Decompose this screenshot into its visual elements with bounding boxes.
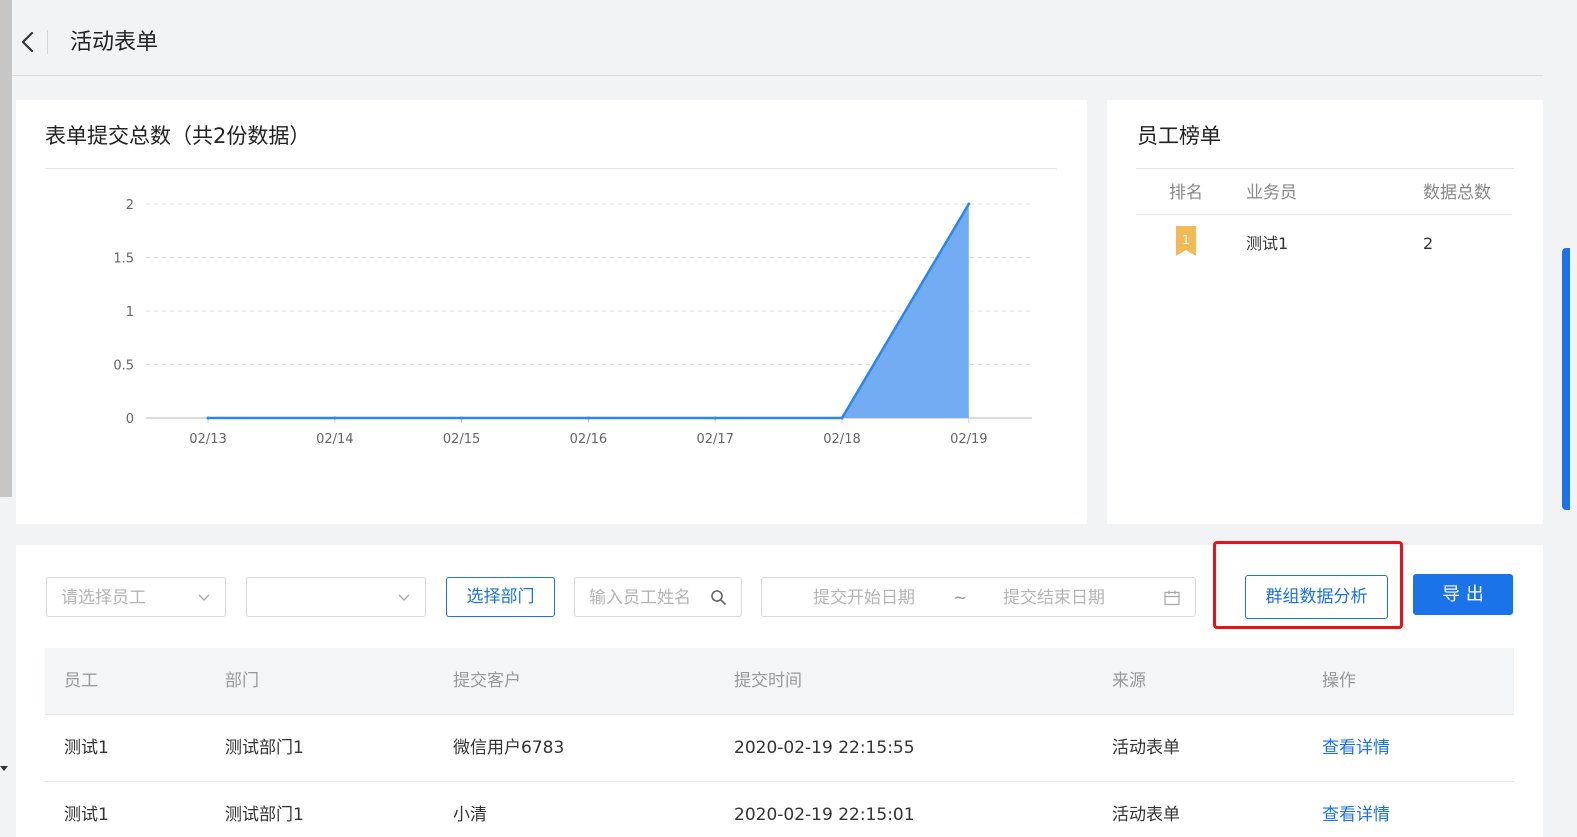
column-header-action: 操作 xyxy=(1322,671,1356,691)
top-bar: 活动表单 xyxy=(12,0,1543,76)
cell-employee: 测试1 xyxy=(64,738,109,758)
data-point xyxy=(967,202,971,206)
data-point xyxy=(460,416,464,420)
data-point xyxy=(713,416,717,420)
x-tick-label: 02/14 xyxy=(316,432,353,447)
start-date-placeholder: 提交开始日期 xyxy=(813,588,915,608)
view-details-link[interactable]: 查看详情 xyxy=(1322,804,1390,826)
right-scrollbar-thumb[interactable] xyxy=(1562,248,1570,510)
cell-time: 2020-02-19 22:15:01 xyxy=(734,805,915,825)
ranking-staff-name: 测试1 xyxy=(1246,234,1289,253)
title-separator xyxy=(47,30,48,54)
data-point xyxy=(206,416,210,420)
y-tick-label: 0.5 xyxy=(113,359,134,374)
ranking-header-rank: 排名 xyxy=(1169,183,1203,203)
data-point xyxy=(333,416,337,420)
data-point xyxy=(586,416,590,420)
chevron-left-icon xyxy=(21,31,34,53)
employee-name-placeholder: 输入员工姓名 xyxy=(589,588,691,608)
column-header-customer: 提交客户 xyxy=(453,671,521,691)
cell-customer: 微信用户6783 xyxy=(453,738,565,758)
ranking-header-staff: 业务员 xyxy=(1246,183,1297,203)
column-header-time: 提交时间 xyxy=(734,671,802,691)
search-icon[interactable] xyxy=(710,589,727,606)
submission-list-card: 请选择员工 选择部门 输入员工姓名 提交开始日期 ~ 提交结束日期 群组数据分析… xyxy=(16,541,1543,837)
chevron-down-icon xyxy=(198,594,210,601)
date-range-separator: ~ xyxy=(953,588,968,608)
cell-source: 活动表单 xyxy=(1112,805,1180,825)
left-scroll-arrow-icon[interactable] xyxy=(0,766,8,771)
ranking-total-value: 2 xyxy=(1423,234,1434,253)
y-tick-label: 2 xyxy=(126,198,134,213)
ranking-header-line xyxy=(1136,214,1512,215)
data-point xyxy=(840,416,844,420)
employee-select-placeholder: 请选择员工 xyxy=(61,588,146,608)
calendar-icon xyxy=(1164,590,1180,606)
rank-medal-number: 1 xyxy=(1182,233,1190,247)
x-tick-label: 02/18 xyxy=(823,432,860,447)
rank-medal-icon: 1 xyxy=(1175,226,1197,256)
employee-select[interactable]: 请选择员工 xyxy=(46,577,226,617)
cell-time: 2020-02-19 22:15:55 xyxy=(734,738,915,758)
column-header-source: 来源 xyxy=(1112,671,1146,691)
submission-area-chart: 0 0.5 1 1.5 2 02/13 02/14 02/15 02/16 02/17 02/18 0… xyxy=(113,198,1032,447)
x-tick-label: 02/15 xyxy=(443,432,480,447)
submit-date-range-picker[interactable]: 提交开始日期 ~ 提交结束日期 xyxy=(761,577,1196,617)
table-header: 员工 部门 提交客户 提交时间 来源 操作 xyxy=(45,648,1514,715)
y-tick-label: 0 xyxy=(126,412,134,427)
column-header-employee: 员工 xyxy=(64,671,98,691)
export-button[interactable]: 导 出 xyxy=(1413,574,1513,615)
x-tick-label: 02/16 xyxy=(570,432,607,447)
employee-name-search-input[interactable]: 输入员工姓名 xyxy=(574,577,742,617)
y-tick-label: 1.5 xyxy=(113,252,134,267)
view-details-link[interactable]: 查看详情 xyxy=(1322,737,1390,759)
select-department-button[interactable]: 选择部门 xyxy=(446,577,555,617)
x-tick-label: 02/19 xyxy=(950,432,987,447)
cell-source: 活动表单 xyxy=(1112,738,1180,758)
cell-customer: 小清 xyxy=(453,805,487,825)
cell-department: 测试部门1 xyxy=(225,805,304,825)
back-button[interactable] xyxy=(18,28,40,56)
staff-ranking-card: 员工榜单 排名 业务员 数据总数 1 测试1 2 xyxy=(1107,100,1543,524)
column-header-department: 部门 xyxy=(225,671,259,691)
y-tick-label: 1 xyxy=(126,305,134,320)
chevron-down-icon xyxy=(398,594,410,601)
table-row: 测试1 测试部门1 小清 2020-02-19 22:15:01 活动表单 查看… xyxy=(45,782,1514,837)
ranking-card-divider xyxy=(1136,168,1514,169)
cell-department: 测试部门1 xyxy=(225,738,304,758)
cell-employee: 测试1 xyxy=(64,805,109,825)
group-data-analysis-button[interactable]: 群组数据分析 xyxy=(1245,575,1388,619)
left-scroll-strip xyxy=(0,0,12,497)
end-date-placeholder: 提交结束日期 xyxy=(1003,588,1105,608)
ranking-card-title: 员工榜单 xyxy=(1137,124,1221,148)
ranking-header-total: 数据总数 xyxy=(1423,183,1491,203)
secondary-select[interactable] xyxy=(246,577,426,617)
page-title: 活动表单 xyxy=(70,30,159,55)
x-tick-label: 02/17 xyxy=(696,432,733,447)
table-row: 测试1 测试部门1 微信用户6783 2020-02-19 22:15:55 活… xyxy=(45,715,1514,782)
submission-chart-card: 表单提交总数（共2份数据） 0 0.5 1 1.5 2 02/13 02/14 02/15 02… xyxy=(16,100,1087,524)
x-tick-label: 02/13 xyxy=(189,432,226,447)
